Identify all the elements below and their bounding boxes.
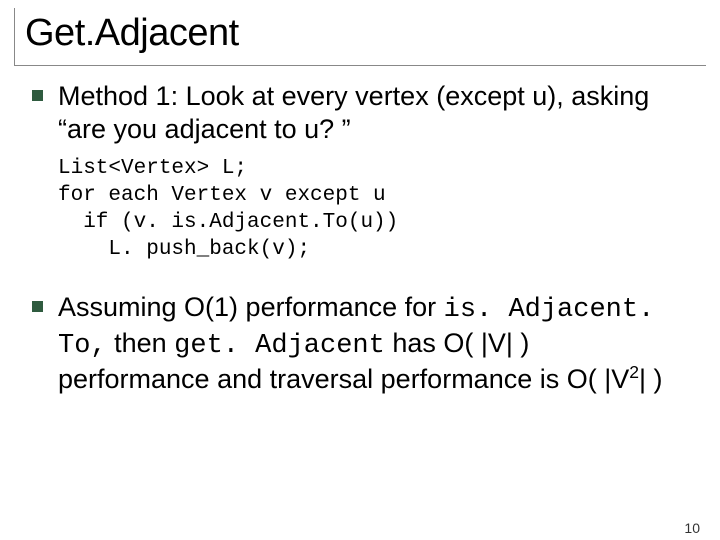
bullet-item-1: Method 1: Look at every vertex (except u…: [58, 80, 672, 263]
content-area: Method 1: Look at every vertex (except u…: [0, 66, 720, 396]
slide: Get.Adjacent Method 1: Look at every ver…: [0, 8, 720, 540]
title-area: Get.Adjacent: [14, 8, 706, 66]
page-number: 10: [684, 520, 700, 536]
code-block: List<Vertex> L; for each Vertex v except…: [58, 156, 672, 264]
bullet-text-1: Method 1: Look at every vertex (except u…: [58, 80, 672, 146]
square-bullet-icon: [32, 301, 43, 312]
bullet-item-2: Assuming O(1) performance for is. Adjace…: [58, 291, 672, 396]
square-bullet-icon: [32, 90, 43, 101]
slide-title: Get.Adjacent: [25, 12, 706, 55]
bullet-text-2: Assuming O(1) performance for is. Adjace…: [58, 291, 672, 396]
